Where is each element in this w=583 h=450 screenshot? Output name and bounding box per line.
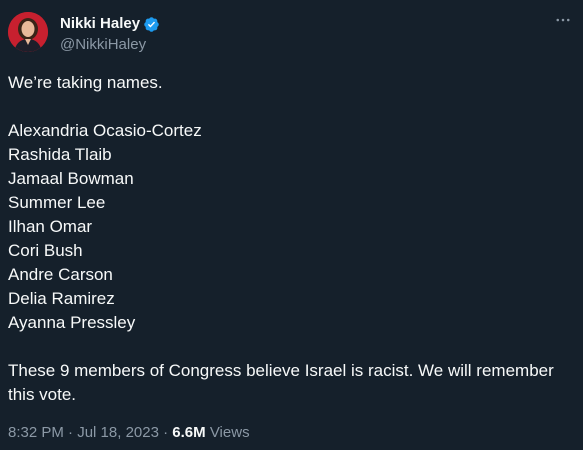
meta-separator: · (163, 424, 169, 441)
tweet-date[interactable]: Jul 18, 2023 (77, 424, 159, 441)
tweet-time[interactable]: 8:32 PM (8, 424, 64, 441)
name-item: Ayanna Pressley (8, 313, 136, 332)
name-item: Summer Lee (8, 193, 106, 212)
name-item: Rashida Tlaib (8, 145, 112, 164)
tweet-intro: We’re taking names. (8, 73, 163, 92)
tweet: Nikki Haley @NikkiHaley We’re taking nam… (0, 0, 583, 450)
name-item: Andre Carson (8, 265, 113, 284)
name-item: Delia Ramirez (8, 289, 115, 308)
display-name[interactable]: Nikki Haley (60, 14, 140, 34)
avatar-image (8, 12, 48, 52)
handle[interactable]: @NikkiHaley (60, 35, 160, 55)
author-block: Nikki Haley @NikkiHaley (60, 14, 160, 55)
meta-separator: · (68, 424, 74, 441)
tweet-closing: These 9 members of Congress believe Isra… (8, 361, 554, 404)
name-item: Alexandria Ocasio-Cortez (8, 121, 202, 140)
avatar[interactable] (8, 12, 48, 52)
tweet-text: We’re taking names. Alexandria Ocasio-Co… (8, 71, 578, 407)
views-count[interactable]: 6.6M (172, 424, 205, 441)
name-item: Jamaal Bowman (8, 169, 134, 188)
name-item: Cori Bush (8, 241, 83, 260)
name-row: Nikki Haley (60, 14, 160, 34)
views-label: Views (209, 424, 250, 441)
verified-badge-icon[interactable] (143, 16, 160, 33)
tweet-meta: 8:32 PM · Jul 18, 2023 · 6.6M Views (8, 423, 250, 443)
name-item: Ilhan Omar (8, 217, 93, 236)
more-icon[interactable] (553, 10, 573, 30)
